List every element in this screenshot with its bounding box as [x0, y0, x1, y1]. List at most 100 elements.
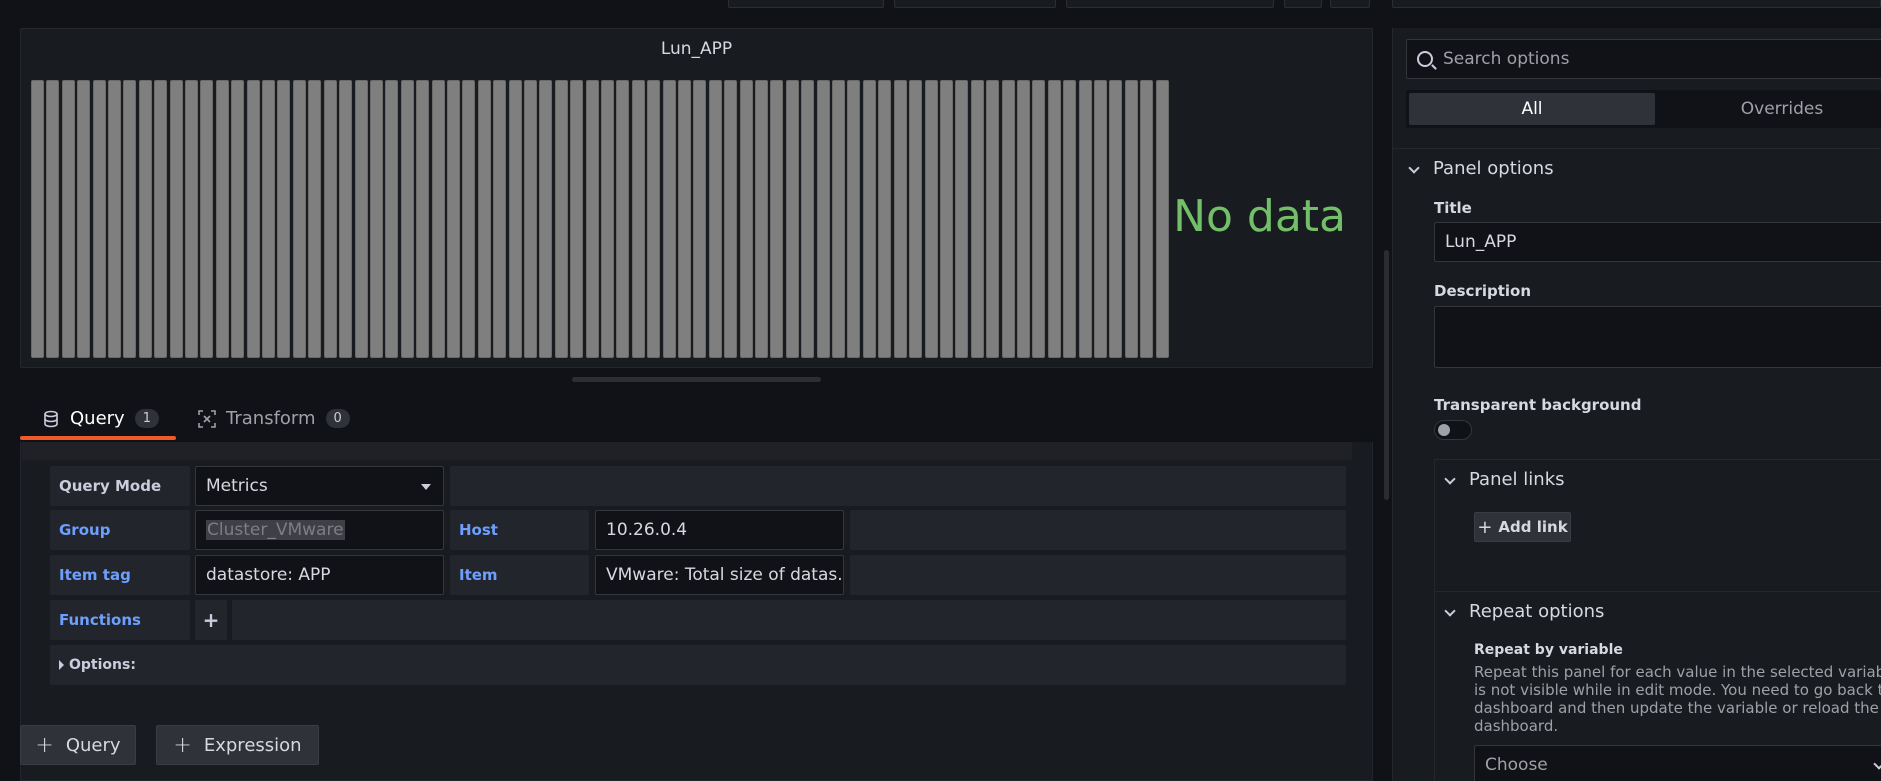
- nested-guide: [1434, 460, 1435, 781]
- transform-icon: [198, 409, 216, 428]
- chart-bar: [539, 80, 553, 358]
- chart-bar: [893, 80, 907, 358]
- chart-bar: [970, 80, 984, 358]
- tab-overrides[interactable]: Overrides: [1659, 93, 1881, 125]
- options-toggle[interactable]: Options:: [50, 645, 1346, 685]
- no-data-message: No data: [1173, 191, 1346, 242]
- chevron-down-icon: [1873, 758, 1881, 770]
- panel-title: Lun_APP: [660, 39, 733, 59]
- group-input[interactable]: Cluster_VMware: [195, 510, 444, 550]
- transparent-toggle[interactable]: [1434, 420, 1472, 440]
- top-control[interactable]: [1330, 0, 1370, 8]
- chart-bar: [323, 80, 337, 358]
- caret-right-icon: [59, 660, 64, 670]
- item-label: Item: [450, 555, 589, 595]
- query-mode-value: Metrics: [206, 476, 268, 496]
- chart-bar: [1155, 80, 1169, 358]
- description-input[interactable]: [1434, 306, 1881, 368]
- host-input[interactable]: 10.26.0.4: [595, 510, 844, 550]
- chart-bar: [493, 80, 507, 358]
- tab-transform-label: Transform: [226, 408, 316, 429]
- add-link-label: Add link: [1498, 518, 1568, 536]
- chart-bar: [708, 80, 722, 358]
- chart-bar: [1078, 80, 1092, 358]
- top-control[interactable]: [1392, 0, 1881, 8]
- tab-all[interactable]: All: [1409, 93, 1655, 125]
- chart-bar: [755, 80, 769, 358]
- item-tag-input[interactable]: datastore: APP: [195, 555, 444, 595]
- bar-chart: [31, 80, 1171, 358]
- chart-bar: [1047, 80, 1061, 358]
- tab-transform[interactable]: Transform 0: [198, 408, 350, 429]
- chart-bar: [770, 80, 784, 358]
- repeat-variable-select[interactable]: Choose: [1474, 745, 1881, 781]
- chart-bar: [246, 80, 260, 358]
- row-filler: [850, 510, 1346, 550]
- title-input[interactable]: Lun_APP: [1434, 222, 1881, 262]
- chart-bar: [308, 80, 322, 358]
- top-control[interactable]: [728, 0, 884, 8]
- item-value: VMware: Total size of datas...: [606, 565, 844, 585]
- top-control[interactable]: [894, 0, 1056, 8]
- host-value: 10.26.0.4: [606, 520, 688, 540]
- chart-bar: [292, 80, 306, 358]
- divider: [1393, 148, 1881, 149]
- add-function-button[interactable]: +: [195, 600, 227, 640]
- row-filler: [450, 466, 1346, 506]
- tab-query-count: 1: [134, 409, 159, 428]
- row-filler: [232, 600, 1346, 640]
- repeat-options-title[interactable]: Repeat options: [1469, 601, 1604, 622]
- query-mode-label: Query Mode: [50, 466, 190, 506]
- add-link-button[interactable]: + Add link: [1474, 512, 1571, 542]
- chart-bar: [169, 80, 183, 358]
- search-input[interactable]: Search options: [1406, 39, 1881, 79]
- panel-options-title[interactable]: Panel options: [1433, 158, 1554, 179]
- pane-splitter[interactable]: [572, 377, 821, 382]
- chart-bar: [816, 80, 830, 358]
- choose-placeholder: Choose: [1485, 755, 1548, 775]
- scrollbar[interactable]: [1384, 250, 1389, 500]
- tab-query-label: Query: [70, 408, 125, 429]
- group-value: Cluster_VMware: [206, 520, 345, 540]
- functions-label: Functions: [50, 600, 190, 640]
- tab-query[interactable]: Query 1: [42, 408, 159, 429]
- options-pane: Search options All Overrides Panel optio…: [1392, 28, 1881, 781]
- chart-bar: [1032, 80, 1046, 358]
- chart-bar: [431, 80, 445, 358]
- chart-bar: [354, 80, 368, 358]
- chart-bar: [108, 80, 122, 358]
- chart-bar: [262, 80, 276, 358]
- chart-bar: [61, 80, 75, 358]
- top-control[interactable]: [1284, 0, 1322, 8]
- chart-bar: [1124, 80, 1138, 358]
- chart-bar: [678, 80, 692, 358]
- add-expression-button[interactable]: + Expression: [156, 725, 319, 765]
- host-label: Host: [450, 510, 589, 550]
- item-tag-value: datastore: APP: [206, 565, 331, 585]
- search-placeholder: Search options: [1443, 49, 1570, 69]
- chart-bar: [154, 80, 168, 358]
- plus-icon: +: [1477, 516, 1493, 538]
- tab-transform-count: 0: [325, 409, 350, 428]
- repeat-description-line: dashboard and then update the variable o…: [1474, 699, 1879, 717]
- query-mode-select[interactable]: Metrics: [195, 466, 444, 506]
- item-input[interactable]: VMware: Total size of datas...: [595, 555, 844, 595]
- top-control[interactable]: [1066, 0, 1274, 8]
- chart-bar: [601, 80, 614, 358]
- chevron-down-icon: [1444, 473, 1456, 485]
- query-row-header[interactable]: [22, 442, 1352, 460]
- editor-tabs: Query 1 Transform 0: [0, 398, 1373, 442]
- chart-bar: [1109, 80, 1123, 358]
- chart-bar: [662, 80, 676, 358]
- add-query-button[interactable]: + Query: [20, 725, 136, 765]
- chart-bar: [138, 80, 152, 358]
- panel-links-title[interactable]: Panel links: [1469, 469, 1565, 490]
- chart-bar: [1093, 80, 1107, 358]
- chart-bar: [693, 80, 707, 358]
- active-tab-indicator: [20, 436, 176, 440]
- toggle-knob: [1438, 424, 1450, 436]
- chart-bar: [986, 80, 1000, 358]
- chart-bar: [231, 80, 245, 358]
- chart-bar: [878, 80, 892, 358]
- chart-bar: [400, 80, 414, 358]
